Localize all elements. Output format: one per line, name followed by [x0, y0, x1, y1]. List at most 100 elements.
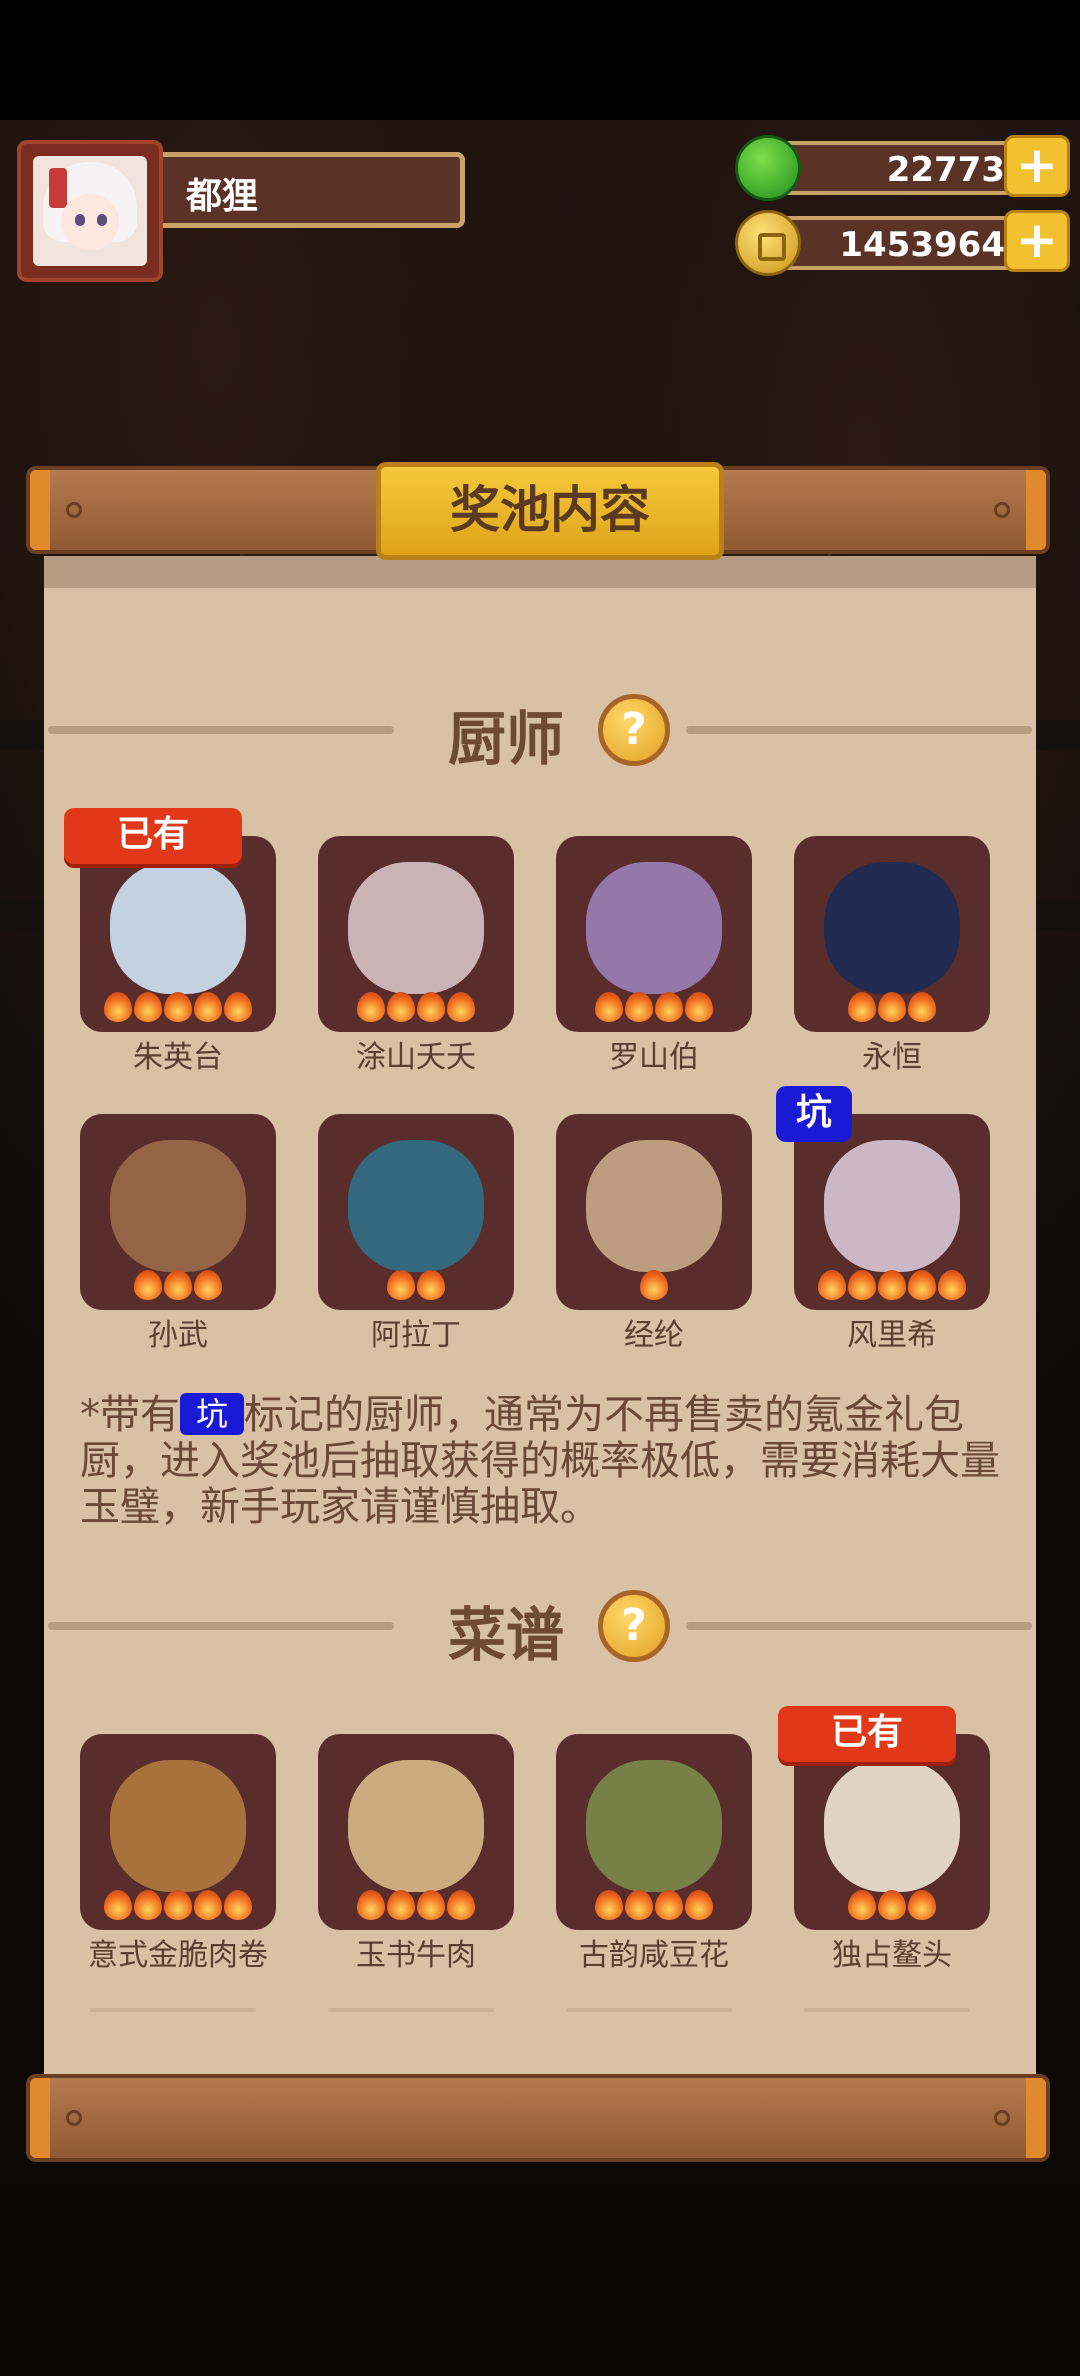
chef-card[interactable] [556, 1114, 752, 1310]
chef-card[interactable] [318, 1114, 514, 1310]
fire-star-icon [848, 1270, 876, 1300]
fire-star-icon [595, 992, 623, 1022]
recipe-card[interactable] [80, 1734, 276, 1930]
fire-star-icon [655, 992, 683, 1022]
green-gem-icon [735, 135, 801, 201]
fire-star-icon [878, 1890, 906, 1920]
chefs-help-icon[interactable]: ? [598, 694, 670, 766]
recipe-card[interactable] [794, 1734, 990, 1930]
divider [48, 1622, 394, 1630]
player-name: 都狸 [186, 176, 259, 217]
recipes-section-header: 菜谱 ? [44, 1586, 1036, 1669]
gold-coin-icon [735, 210, 801, 276]
fire-star-icon [908, 1890, 936, 1920]
pit-note: *带有坑标记的厨师，通常为不再售卖的氪金礼包厨，进入奖池后抽取获得的概率极低，需… [80, 1392, 1010, 1530]
fire-star-icon [224, 992, 252, 1022]
chef-card[interactable] [80, 1114, 276, 1310]
recipe-name: 玉书牛肉 [356, 1938, 476, 1973]
chef-name: 涂山夭夭 [356, 1040, 476, 1075]
fire-star-icon [655, 1890, 683, 1920]
next-row-edge [804, 2008, 970, 2012]
fire-star-icon [417, 1270, 445, 1300]
star-rating [80, 1270, 276, 1304]
chef-portrait [586, 862, 722, 994]
panel-title-plate: 奖池内容 [376, 462, 724, 560]
recipes-help-icon[interactable]: ? [598, 1590, 670, 1662]
owned-badge: 已有 [64, 808, 242, 864]
recipe-portrait [824, 1760, 960, 1892]
add-coins-button[interactable]: + [1004, 210, 1070, 272]
fire-star-icon [417, 992, 445, 1022]
fire-star-icon [848, 1890, 876, 1920]
recipes-section-title: 菜谱 [448, 1601, 565, 1669]
fire-star-icon [194, 1270, 222, 1300]
star-rating [556, 992, 752, 1026]
avatar-portrait [33, 156, 147, 266]
chef-card[interactable] [794, 836, 990, 1032]
fire-star-icon [640, 1270, 668, 1300]
add-gems-button[interactable]: + [1004, 135, 1070, 197]
recipe-card[interactable] [318, 1734, 514, 1930]
chef-name: 经纶 [624, 1318, 684, 1353]
next-row-edge [90, 2008, 256, 2012]
recipe-name: 独占鳌头 [832, 1938, 952, 1973]
recipe-name: 意式金脆肉卷 [88, 1938, 268, 1973]
next-row-edge [566, 2008, 732, 2012]
fire-star-icon [224, 1890, 252, 1920]
recipe-name: 古韵咸豆花 [579, 1938, 729, 1973]
chef-portrait [348, 862, 484, 994]
chef-card[interactable] [318, 836, 514, 1032]
fire-star-icon [164, 1890, 192, 1920]
fire-star-icon [685, 1890, 713, 1920]
fire-star-icon [387, 1890, 415, 1920]
fire-star-icon [908, 992, 936, 1022]
star-rating [556, 1270, 752, 1304]
next-row-edge [328, 2008, 494, 2012]
recipe-portrait [348, 1760, 484, 1892]
star-rating [80, 992, 276, 1026]
bolt-icon [994, 502, 1010, 518]
avatar[interactable] [17, 140, 163, 282]
recipe-card[interactable] [556, 1734, 752, 1930]
chef-card[interactable] [794, 1114, 990, 1310]
star-rating [80, 1890, 276, 1924]
pit-badge: 坑 [776, 1086, 852, 1142]
chefs-section-header: 厨师 ? [44, 690, 1036, 773]
fire-star-icon [164, 1270, 192, 1300]
scroll-bottom-bar [26, 2074, 1050, 2162]
divider [686, 1622, 1032, 1630]
fire-star-icon [357, 992, 385, 1022]
star-rating [794, 992, 990, 1026]
fire-star-icon [625, 1890, 653, 1920]
gem-counter: 22773 [765, 141, 1045, 195]
fire-star-icon [848, 992, 876, 1022]
chef-name: 阿拉丁 [371, 1318, 461, 1353]
fire-star-icon [104, 1890, 132, 1920]
star-rating [318, 992, 514, 1026]
fire-star-icon [938, 1270, 966, 1300]
fire-star-icon [387, 992, 415, 1022]
chef-portrait [348, 1140, 484, 1272]
fire-star-icon [194, 1890, 222, 1920]
fire-star-icon [878, 992, 906, 1022]
star-rating [318, 1890, 514, 1924]
owned-badge: 已有 [778, 1706, 956, 1762]
star-rating [794, 1270, 990, 1304]
player-name-plate: 都狸 [145, 152, 465, 228]
fire-star-icon [387, 1270, 415, 1300]
gem-currency: 22773 + [735, 135, 1070, 201]
chef-name: 罗山伯 [609, 1040, 699, 1075]
chef-name: 朱英台 [133, 1040, 223, 1075]
prize-pool-panel[interactable]: 厨师 ? 朱英台 已有 涂山夭夭 罗山伯 永恒 孙武 阿拉丁 经纶 风里希坑 *带有坑标记的厨师… [44, 556, 1036, 2074]
fire-star-icon [104, 992, 132, 1022]
fire-star-icon [685, 992, 713, 1022]
chef-card[interactable] [556, 836, 752, 1032]
chefs-section-title: 厨师 [448, 705, 565, 773]
chef-card[interactable] [80, 836, 276, 1032]
fire-star-icon [878, 1270, 906, 1300]
fire-star-icon [447, 992, 475, 1022]
fire-star-icon [908, 1270, 936, 1300]
divider [48, 726, 394, 734]
note-prefix: *带有 [80, 1392, 180, 1438]
fire-star-icon [447, 1890, 475, 1920]
